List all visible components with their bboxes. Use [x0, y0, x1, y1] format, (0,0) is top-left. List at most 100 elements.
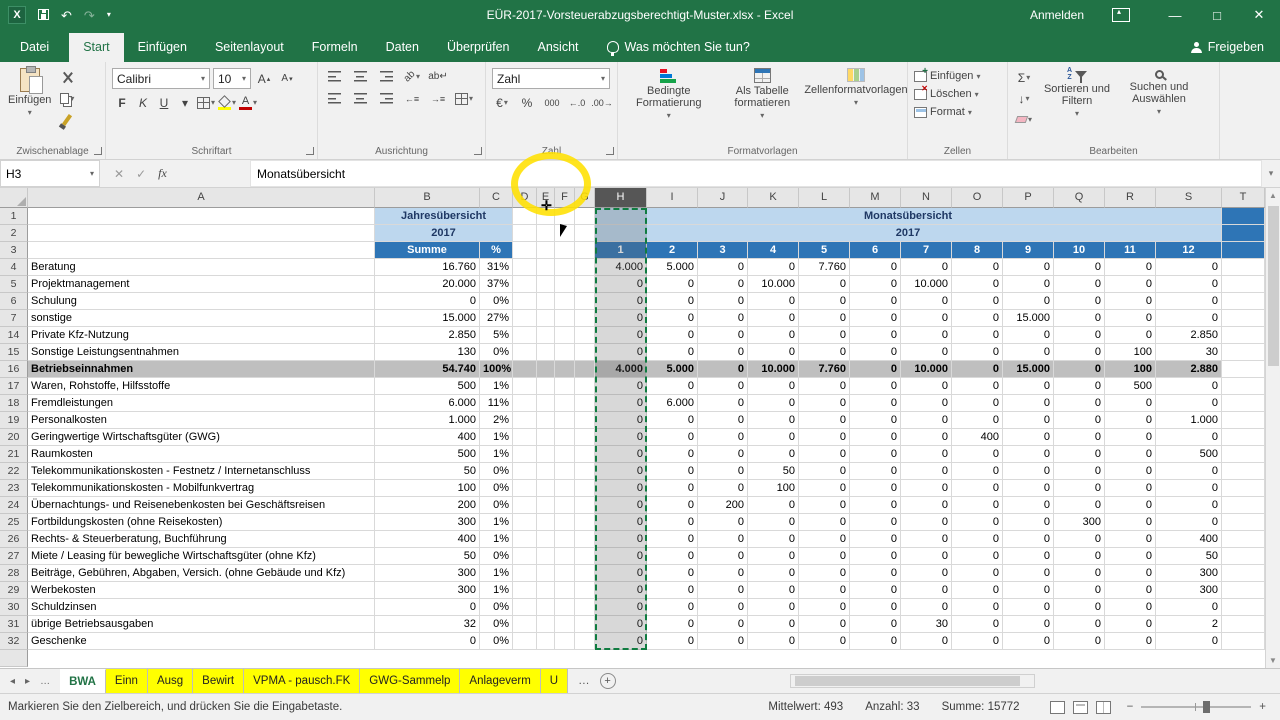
cell[interactable]: 0	[1105, 616, 1156, 633]
cell[interactable]: 0	[647, 344, 698, 361]
cell[interactable]	[537, 463, 555, 480]
cell[interactable]	[513, 429, 537, 446]
cell[interactable]: 6.000	[647, 395, 698, 412]
cell[interactable]: 0	[748, 446, 799, 463]
cell[interactable]: 0	[850, 582, 901, 599]
month-header-cell[interactable]: 2	[647, 242, 698, 259]
sheet-tab-ausg[interactable]: Ausg	[148, 669, 193, 693]
font-color-button[interactable]: A▾	[238, 94, 258, 111]
cell[interactable]: 0	[1003, 514, 1054, 531]
cell[interactable]: 0%	[480, 616, 513, 633]
cell[interactable]	[513, 582, 537, 599]
delete-cells-button[interactable]: Löschen▾	[914, 88, 980, 100]
cell-styles-button[interactable]: Zellenformatvorlagen ▾	[809, 65, 903, 110]
cell[interactable]: 0	[647, 633, 698, 650]
cell[interactable]	[575, 242, 595, 259]
ribbon-tab-formeln[interactable]: Formeln	[298, 33, 372, 62]
cell[interactable]: 0	[595, 480, 647, 497]
cell[interactable]: 0	[1003, 548, 1054, 565]
cell[interactable]	[537, 582, 555, 599]
cell[interactable]	[513, 344, 537, 361]
month-header-cell[interactable]: 8	[952, 242, 1003, 259]
zoom-slider-thumb[interactable]	[1203, 701, 1210, 713]
cell[interactable]	[555, 208, 575, 225]
dialog-launcher-icon[interactable]	[306, 147, 314, 155]
cell[interactable]: 0	[901, 259, 952, 276]
align-center-button[interactable]	[350, 90, 370, 107]
row-number[interactable]: 29	[0, 582, 28, 599]
cell[interactable]	[1222, 344, 1265, 361]
cell[interactable]: 0	[952, 548, 1003, 565]
cell[interactable]: 0	[1105, 633, 1156, 650]
cell[interactable]	[1222, 599, 1265, 616]
cell[interactable]	[1222, 310, 1265, 327]
cell[interactable]: 0	[799, 616, 850, 633]
cell[interactable]: 0	[850, 633, 901, 650]
cell[interactable]	[537, 293, 555, 310]
cell[interactable]: 0	[1105, 446, 1156, 463]
format-as-table-button[interactable]: Als Tabelle formatieren ▾	[716, 65, 810, 123]
cell[interactable]: 0	[595, 412, 647, 429]
cell[interactable]: 1%	[480, 429, 513, 446]
cell[interactable]	[575, 208, 595, 225]
cell[interactable]: 0	[748, 395, 799, 412]
tell-me-box[interactable]: Was möchten Sie tun?	[593, 33, 764, 62]
cell[interactable]: 0	[901, 565, 952, 582]
cell[interactable]: 5.000	[647, 361, 698, 378]
cell[interactable]: 0	[595, 344, 647, 361]
zoom-in-button[interactable]: +	[1259, 701, 1266, 713]
cell[interactable]: Geschenke	[28, 633, 375, 650]
cell[interactable]: 0	[748, 582, 799, 599]
cell[interactable]: 0	[850, 429, 901, 446]
cell[interactable]: 0	[901, 582, 952, 599]
cell[interactable]: Summe	[375, 242, 480, 259]
cell[interactable]	[555, 378, 575, 395]
cell[interactable]: 0	[595, 463, 647, 480]
sheet-tab-u[interactable]: U	[541, 669, 568, 693]
cell[interactable]: 0	[748, 412, 799, 429]
column-header-B[interactable]: B	[375, 188, 480, 208]
cell[interactable]	[537, 548, 555, 565]
cell[interactable]: 1%	[480, 446, 513, 463]
cell[interactable]: 0	[952, 395, 1003, 412]
cell[interactable]	[1222, 565, 1265, 582]
align-bottom-button[interactable]	[376, 68, 396, 85]
cell[interactable]: 0	[1156, 463, 1222, 480]
column-header-J[interactable]: J	[698, 188, 748, 208]
cell[interactable]: 0	[698, 531, 748, 548]
name-box[interactable]: H3 ▾	[0, 160, 100, 187]
month-header-cell[interactable]: 7	[901, 242, 952, 259]
cell[interactable]: 0	[698, 548, 748, 565]
cell[interactable]: Schuldzinsen	[28, 599, 375, 616]
cell[interactable]: 0	[850, 361, 901, 378]
cell[interactable]	[1222, 429, 1265, 446]
cell[interactable]	[513, 565, 537, 582]
cell[interactable]: 10.000	[748, 276, 799, 293]
cell[interactable]: Werbekosten	[28, 582, 375, 599]
cell[interactable]: 0	[595, 378, 647, 395]
column-header-N[interactable]: N	[901, 188, 952, 208]
minimize-button[interactable]: —	[1154, 0, 1196, 30]
cell[interactable]: 0	[1105, 565, 1156, 582]
decrease-decimal-button[interactable]: .00→	[592, 94, 612, 111]
cell[interactable]: 0	[901, 531, 952, 548]
cell[interactable]: 400	[952, 429, 1003, 446]
align-right-button[interactable]	[376, 90, 396, 107]
cell[interactable]: 0	[1105, 582, 1156, 599]
cell[interactable]: 30	[1156, 344, 1222, 361]
cell[interactable]: Waren, Rohstoffe, Hilfsstoffe	[28, 378, 375, 395]
cell[interactable]: 0	[595, 429, 647, 446]
row-number[interactable]: 6	[0, 293, 28, 310]
row-number[interactable]: 23	[0, 480, 28, 497]
cell[interactable]: 0%	[480, 599, 513, 616]
cell[interactable]: 0	[595, 514, 647, 531]
borders-button[interactable]: ▾	[196, 94, 216, 111]
sheet-tab-gwg-sammelp[interactable]: GWG-Sammelp	[360, 669, 460, 693]
cell[interactable]	[575, 514, 595, 531]
cell[interactable]	[537, 446, 555, 463]
cell[interactable]: 0	[1003, 327, 1054, 344]
cell[interactable]: 2	[1156, 616, 1222, 633]
cell[interactable]: 0	[1156, 599, 1222, 616]
cell[interactable]: 0	[647, 463, 698, 480]
cell[interactable]: 0	[1105, 395, 1156, 412]
